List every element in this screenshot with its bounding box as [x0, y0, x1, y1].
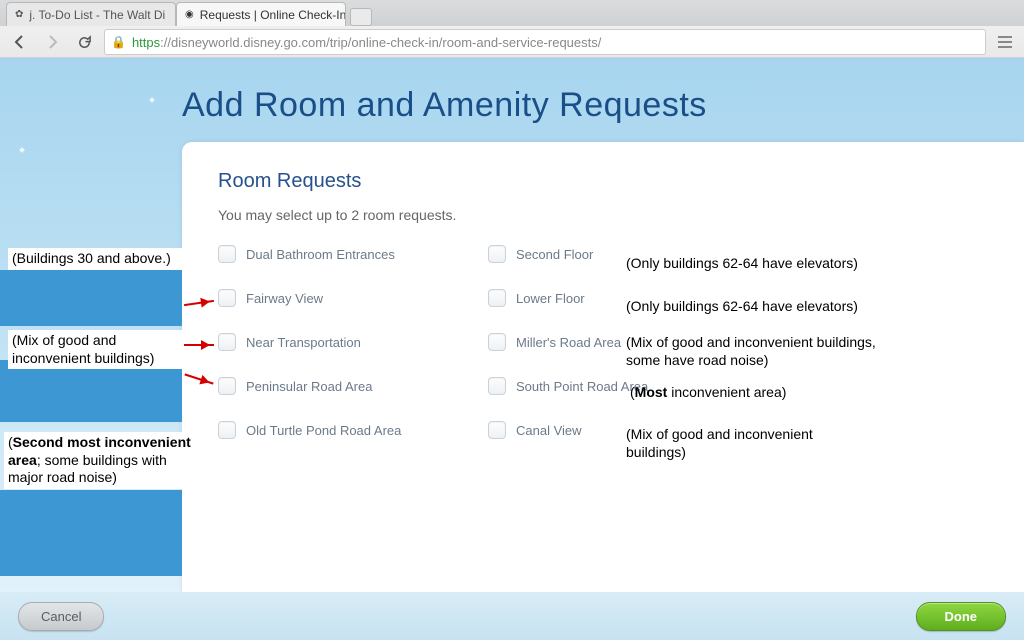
tab-active[interactable]: ◉ Requests | Online Check-In ✕: [176, 2, 346, 26]
annotation-block: [0, 360, 182, 422]
bottom-bar: Cancel Done: [0, 592, 1024, 640]
tab-strip: ✿ j. To-Do List - The Walt Di ✕ ◉ Reques…: [0, 0, 1024, 26]
checkbox-icon[interactable]: [218, 333, 236, 351]
annotation-text: (Only buildings 62-64 have elevators): [626, 255, 858, 273]
checkbox-icon[interactable]: [218, 421, 236, 439]
url-input[interactable]: 🔒 https://disneyworld.disney.go.com/trip…: [104, 29, 986, 55]
annotation-text: (Mix of good and inconvenient buildings): [626, 426, 856, 461]
option-label: Miller's Road Area: [516, 335, 621, 350]
lock-icon: 🔒: [111, 35, 126, 49]
arrow-icon: [184, 344, 214, 346]
checkbox-icon[interactable]: [218, 377, 236, 395]
browser-chrome: ✿ j. To-Do List - The Walt Di ✕ ◉ Reques…: [0, 0, 1024, 58]
annotation-text: (Mix of good and inconvenient buildings,…: [626, 334, 886, 369]
option-label: Near Transportation: [246, 335, 361, 350]
url-path: ://disneyworld.disney.go.com/trip/online…: [160, 35, 601, 50]
page-title: Add Room and Amenity Requests: [0, 58, 1024, 143]
new-tab-button[interactable]: [350, 8, 372, 26]
tab-title: Requests | Online Check-In: [200, 8, 346, 22]
option-near-transportation[interactable]: Near Transportation: [218, 333, 478, 351]
section-subtext: You may select up to 2 room requests.: [218, 207, 984, 223]
annotation-block: [0, 490, 182, 576]
reload-button[interactable]: [72, 30, 96, 54]
option-label: Canal View: [516, 423, 582, 438]
option-label: Peninsular Road Area: [246, 379, 372, 394]
favicon-icon: ◉: [185, 8, 194, 22]
annotation-text: (Second most inconvenient area; some bui…: [4, 432, 200, 489]
cancel-button[interactable]: Cancel: [18, 602, 104, 631]
url-scheme: https: [132, 35, 160, 50]
option-label: Second Floor: [516, 247, 593, 262]
address-bar: 🔒 https://disneyworld.disney.go.com/trip…: [0, 26, 1024, 58]
option-label: Fairway View: [246, 291, 323, 306]
annotation-text: (Most inconvenient area): [630, 384, 786, 402]
checkbox-icon[interactable]: [488, 289, 506, 307]
option-fairway-view[interactable]: Fairway View: [218, 289, 478, 307]
checkbox-icon[interactable]: [488, 421, 506, 439]
option-label: South Point Road Area: [516, 379, 648, 394]
annotation-text: (Only buildings 62-64 have elevators): [626, 298, 858, 316]
section-heading: Room Requests: [218, 170, 984, 193]
option-dual-bathroom[interactable]: Dual Bathroom Entrances: [218, 245, 478, 263]
checkbox-icon[interactable]: [488, 333, 506, 351]
checkbox-icon[interactable]: [218, 245, 236, 263]
tab-title: j. To-Do List - The Walt Di: [29, 8, 165, 22]
checkbox-icon[interactable]: [488, 377, 506, 395]
favicon-icon: ✿: [15, 8, 23, 22]
back-button[interactable]: [8, 30, 32, 54]
page-body: Add Room and Amenity Requests Room Reque…: [0, 58, 1024, 640]
menu-icon[interactable]: [994, 31, 1016, 53]
annotation-text: (Buildings 30 and above.): [8, 248, 184, 270]
option-label: Old Turtle Pond Road Area: [246, 423, 401, 438]
option-peninsular-road[interactable]: Peninsular Road Area: [218, 377, 478, 395]
option-old-turtle-pond[interactable]: Old Turtle Pond Road Area: [218, 421, 478, 439]
checkbox-icon[interactable]: [218, 289, 236, 307]
forward-button[interactable]: [40, 30, 64, 54]
option-label: Dual Bathroom Entrances: [246, 247, 395, 262]
done-button[interactable]: Done: [916, 602, 1007, 631]
content-card: Room Requests You may select up to 2 roo…: [182, 142, 1024, 592]
annotation-text: (Mix of good and inconvenient buildings): [8, 330, 184, 369]
annotation-block: [0, 270, 182, 326]
option-label: Lower Floor: [516, 291, 585, 306]
checkbox-icon[interactable]: [488, 245, 506, 263]
tab-inactive[interactable]: ✿ j. To-Do List - The Walt Di ✕: [6, 2, 176, 26]
